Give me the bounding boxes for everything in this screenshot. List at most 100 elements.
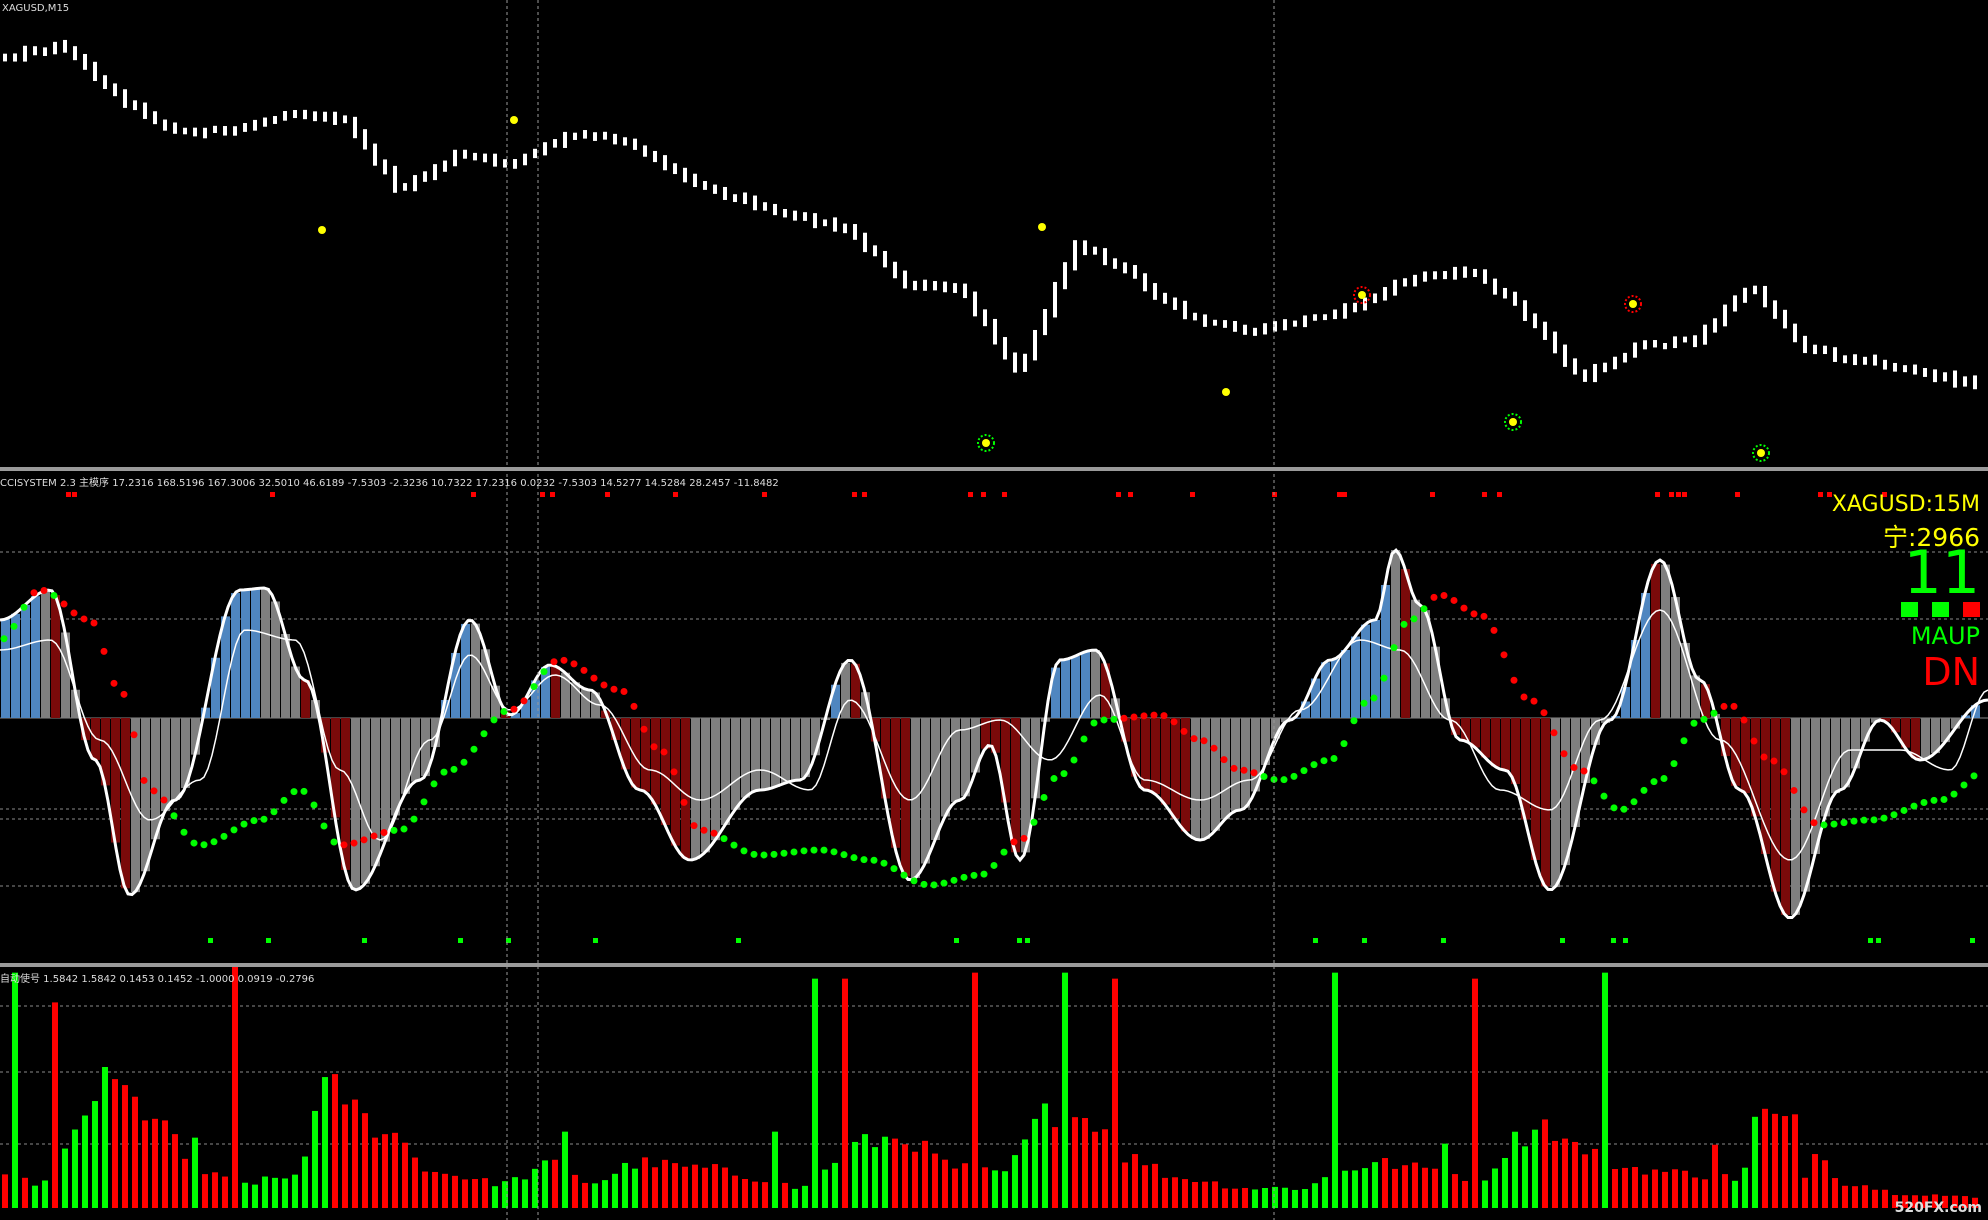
cci-trend-dot — [250, 817, 258, 825]
cci-panel — [0, 492, 1988, 943]
cci-histogram-bar — [1011, 718, 1020, 853]
volume-bar — [412, 1157, 418, 1208]
price-bar — [1393, 279, 1397, 296]
price-bar — [983, 309, 987, 327]
price-bar — [533, 148, 537, 159]
cci-histogram-bar — [171, 718, 180, 800]
price-bar — [43, 47, 47, 56]
price-bar — [1593, 363, 1597, 383]
cci-trend-dot — [1710, 709, 1718, 717]
cci-trend-dot — [580, 666, 588, 674]
volume-bar — [1352, 1170, 1358, 1208]
cci-histogram-bar — [1731, 718, 1740, 786]
price-bar — [1363, 297, 1367, 311]
price-bar — [593, 132, 597, 141]
volume-bar — [1732, 1180, 1738, 1208]
cci-histogram-bar — [471, 623, 480, 718]
cci-trend-dot — [470, 745, 478, 753]
volume-bar — [612, 1173, 618, 1208]
cci-bottom-marker — [1970, 938, 1975, 943]
cci-histogram-bar — [361, 718, 370, 884]
cci-histogram-bar — [21, 605, 30, 718]
cci-trend-dot — [1400, 620, 1408, 628]
panel-separator — [0, 963, 1988, 967]
price-bar — [633, 138, 637, 150]
cci-histogram-bar — [1481, 718, 1490, 758]
price-bar — [183, 127, 187, 135]
price-bar — [1083, 240, 1087, 256]
trading-chart[interactable] — [0, 0, 1988, 1220]
cci-trend-dot — [830, 848, 838, 856]
cci-top-marker — [1735, 492, 1740, 497]
cci-bottom-marker — [266, 938, 271, 943]
price-bar — [1603, 362, 1607, 373]
cci-histogram-bar — [251, 588, 260, 718]
cci-histogram-bar — [1421, 610, 1430, 718]
volume-bar — [632, 1168, 638, 1208]
volume-bar — [1232, 1188, 1238, 1208]
price-bar — [293, 109, 297, 119]
volume-bar — [1182, 1179, 1188, 1208]
cci-histogram-bar — [1, 619, 10, 718]
cci-trend-dot — [80, 615, 88, 623]
cci-trend-dot — [1520, 693, 1528, 701]
cci-trend-dot — [530, 683, 538, 691]
volume-bar — [1572, 1141, 1578, 1208]
price-bar — [1203, 314, 1207, 327]
price-bar — [1543, 321, 1547, 340]
cci-histogram-bar — [1371, 620, 1380, 718]
volume-bar — [342, 1104, 348, 1208]
price-bar — [1413, 274, 1417, 287]
cci-top-marker — [550, 492, 555, 497]
cci-trend-dot — [1810, 819, 1818, 827]
price-bar — [1423, 271, 1427, 282]
cci-histogram-bar — [411, 718, 420, 782]
cci-trend-dot — [960, 873, 968, 881]
cci-histogram-bar — [261, 588, 270, 718]
volume-bar — [12, 972, 18, 1208]
cci-trend-dot — [1930, 796, 1938, 804]
volume-bar — [1252, 1189, 1258, 1208]
price-bar — [453, 149, 457, 167]
volume-bar — [812, 978, 818, 1208]
cci-histogram-bar — [1231, 718, 1240, 812]
price-bar — [1613, 356, 1617, 370]
cci-top-marker — [66, 492, 71, 497]
cci-trend-dot — [1300, 767, 1308, 775]
price-bar — [1513, 291, 1517, 306]
cci-histogram-bar — [661, 718, 670, 825]
volume-bar — [392, 1132, 398, 1208]
fractal-marker — [318, 226, 326, 234]
cci-trend-dot — [1150, 711, 1158, 719]
cci-histogram-bar — [31, 596, 40, 718]
cci-trend-dot — [650, 743, 658, 751]
volume-bar — [1522, 1146, 1528, 1208]
price-bar — [1283, 319, 1287, 331]
volume-bar — [382, 1134, 388, 1208]
volume-bar — [682, 1166, 688, 1208]
volume-bar — [272, 1177, 278, 1208]
price-bar — [1453, 266, 1457, 280]
price-bar — [1723, 304, 1727, 327]
cci-histogram-bar — [1181, 718, 1190, 832]
cci-trend-dot — [600, 681, 608, 689]
price-bar — [233, 126, 237, 136]
cci-trend-dot — [500, 707, 508, 715]
cci-trend-dot — [1080, 735, 1088, 743]
volume-bar — [752, 1181, 758, 1208]
cci-trend-dot — [870, 856, 878, 864]
cci-trend-dot — [1890, 811, 1898, 819]
price-bar — [753, 195, 757, 211]
price-bar — [1503, 287, 1507, 299]
volume-bar — [1192, 1182, 1198, 1208]
cci-trend-dot — [1330, 755, 1338, 763]
price-bar — [1093, 246, 1097, 255]
cci-trend-dot — [510, 705, 518, 713]
price-bar — [513, 159, 517, 169]
cci-bottom-marker — [1313, 938, 1318, 943]
volume-bar — [932, 1153, 938, 1208]
cci-trend-dot — [330, 838, 338, 846]
cci-trend-dot — [1720, 702, 1728, 710]
cci-trend-dot — [360, 836, 368, 844]
price-bar — [493, 153, 497, 167]
